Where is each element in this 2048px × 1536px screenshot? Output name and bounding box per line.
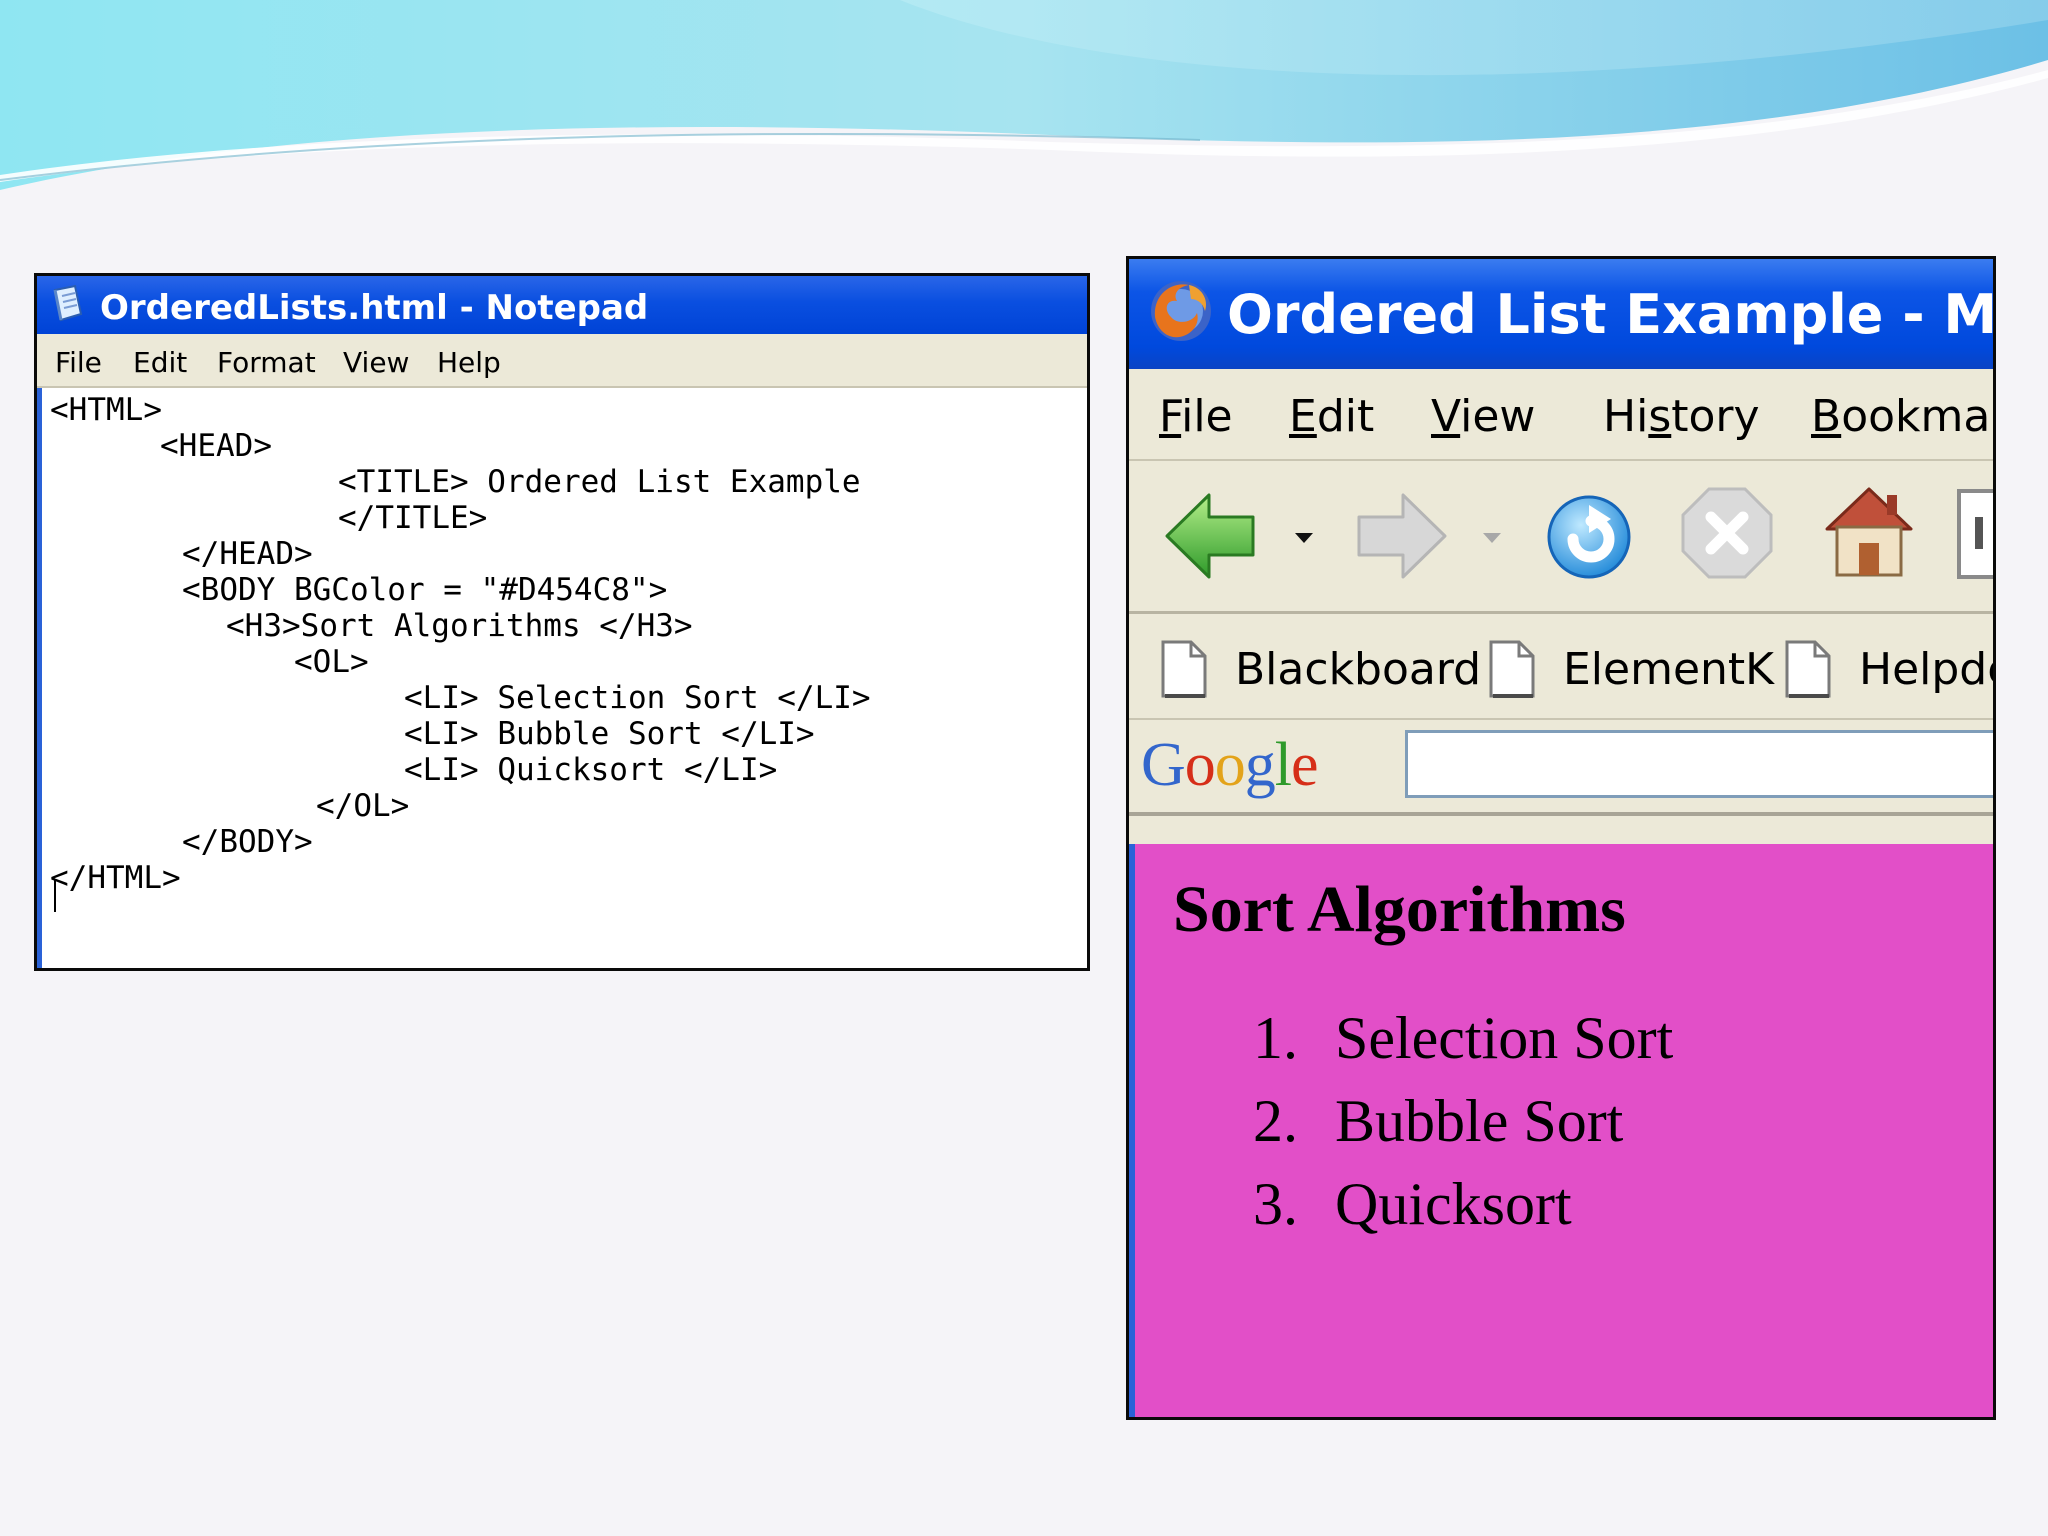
code-line: </BODY> [182,824,313,860]
browser-menu-edit[interactable]: Edit [1289,391,1374,442]
text-cursor [54,880,56,912]
code-line: <OL> [294,644,369,680]
notepad-window-title: OrderedLists.html - Notepad [100,288,649,328]
google-search-input[interactable] [1405,730,1993,798]
code-line: <LI> Bubble Sort </LI> [404,716,815,752]
notepad-window: OrderedLists.html - Notepad File Edit Fo… [34,273,1090,971]
stop-icon[interactable] [1679,485,1775,581]
bookmark-label: Blackboard [1235,644,1482,695]
notepad-icon [53,284,83,322]
notepad-menu-edit[interactable]: Edit [133,346,187,379]
browser-menu-view[interactable]: View [1431,391,1535,442]
page-icon [1489,640,1535,698]
browser-window-title: Ordered List Example - Mozilla [1227,283,1996,346]
notepad-menu-help[interactable]: Help [437,346,501,379]
code-line: </HEAD> [182,536,313,572]
page-icon [1785,640,1831,698]
code-line: <TITLE> Ordered List Example [338,464,861,500]
notepad-menu-file[interactable]: File [55,346,102,379]
code-line: <H3>Sort Algorithms </H3> [226,608,693,644]
slide: OrderedLists.html - Notepad File Edit Fo… [0,0,2048,1536]
firefox-logo-icon [1151,281,1211,341]
forward-icon[interactable] [1353,489,1449,583]
notepad-menu-bar: File Edit Format View Help [37,334,1087,388]
notepad-menu-format[interactable]: Format [217,346,316,379]
back-icon[interactable] [1163,489,1259,583]
google-search-toolbar: Google [1129,720,1993,816]
navigation-toolbar [1129,461,1996,614]
browser-menu-history[interactable]: History [1603,391,1760,442]
browser-title-bar[interactable]: Ordered List Example - Mozilla [1129,259,1996,369]
code-line: <BODY BGColor = "#D454C8"> [182,572,668,608]
google-logo: Google [1141,731,1319,799]
new-tab-icon[interactable] [1955,487,1996,581]
home-icon[interactable] [1821,481,1917,581]
page-icon [1161,640,1207,698]
browser-window: Ordered List Example - Mozilla File Edit… [1126,256,1996,1420]
bookmarks-toolbar: Blackboard ElementK Helpdesk [1129,614,1993,720]
notepad-text-area[interactable]: <HTML> <HEAD> <TITLE> Ordered List Examp… [37,388,1087,968]
browser-menu-file[interactable]: File [1159,391,1233,442]
notepad-menu-view[interactable]: View [343,346,409,379]
notepad-title-bar[interactable]: OrderedLists.html - Notepad [37,276,1087,334]
bookmark-label: Helpdesk [1859,644,1993,695]
bookmark-label: ElementK [1563,644,1775,695]
code-line: </TITLE> [338,500,488,536]
page-content: Sort Algorithms 1. Selection Sort 2. Bub… [1129,844,1993,1417]
back-history-dropdown-icon[interactable] [1293,531,1315,545]
code-line: <LI> Quicksort </LI> [404,752,778,788]
code-line: </OL> [316,788,410,824]
page-heading: Sort Algorithms [1173,873,1626,946]
reload-icon[interactable] [1539,483,1639,583]
code-line: <LI> Selection Sort </LI> [404,680,871,716]
browser-menu-bookmarks[interactable]: Bookmarks [1811,391,1993,442]
code-line: </HTML> [50,860,181,896]
browser-menu-bar: File Edit View History Bookmarks [1129,369,1993,461]
forward-history-dropdown-icon[interactable] [1481,531,1503,545]
code-line: <HTML> [50,392,162,428]
wave-banner [0,0,2048,190]
code-line: <HEAD> [160,428,272,464]
